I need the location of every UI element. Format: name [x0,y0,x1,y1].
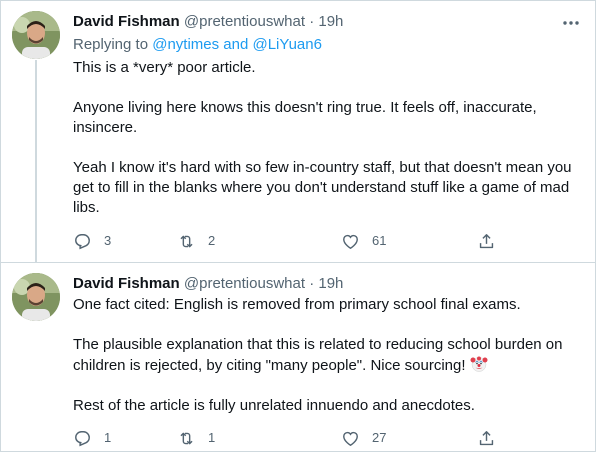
heart-icon [343,234,358,249]
tweet-paragraph: This is a *very* poor article. [73,59,256,76]
replying-to-label: Replying to [73,36,153,53]
tweet[interactable]: David Fishman @pretentiouswhat · 19h One… [1,263,595,451]
timestamp[interactable]: 19h [318,13,343,30]
tweet-paragraph: Rest of the article is fully unrelated i… [73,397,475,414]
retweet-icon [180,235,193,247]
tweet-text: One fact cited: English is removed from … [73,295,583,416]
replying-to: Replying to @nytimes and @LiYuan6 [73,35,322,55]
separator-dot: · [309,13,315,30]
reply-count: 1 [104,430,112,445]
more-options-button[interactable] [561,13,581,33]
thread-connector-line [35,60,37,262]
replying-to-users-link[interactable]: @nytimes and @LiYuan6 [152,36,322,53]
tweet-paragraph: The plausible explanation that this is r… [73,335,583,376]
avatar[interactable] [12,11,60,59]
share-button[interactable] [477,230,496,252]
more-horizontal-icon [563,21,579,25]
reply-button[interactable]: 3 [73,230,111,252]
reply-icon [75,233,90,249]
avatar[interactable] [12,273,60,321]
author-handle[interactable]: @pretentiouswhat [184,13,305,30]
share-icon [479,430,494,445]
share-button[interactable] [477,427,496,449]
like-button[interactable]: 27 [341,427,386,449]
like-count: 27 [372,430,387,445]
reply-count: 3 [104,233,112,248]
like-button[interactable]: 61 [341,230,386,252]
separator-dot: · [309,275,315,292]
tweet-paragraph-text: The plausible explanation that this is r… [73,336,563,374]
share-icon [479,233,494,248]
author-name[interactable]: David Fishman [73,275,180,292]
tweet-paragraph: One fact cited: English is removed from … [73,296,521,313]
reply-button[interactable]: 1 [73,427,111,449]
timestamp[interactable]: 19h [318,275,343,292]
reply-icon [75,430,90,446]
author-handle[interactable]: @pretentiouswhat [184,275,305,292]
author-name[interactable]: David Fishman [73,13,180,30]
tweet[interactable]: David Fishman @pretentiouswhat · 19h Rep… [1,1,595,262]
retweet-icon [180,432,193,444]
tweet-header: David Fishman @pretentiouswhat · 19h [73,273,555,295]
retweet-button[interactable]: 2 [177,230,215,252]
action-bar: 3 2 61 [73,230,503,252]
heart-icon [343,431,358,446]
tweet-paragraph: Yeah I know it's hard with so few in-cou… [73,159,572,216]
tweet-text: This is a *very* poor article. Anyone li… [73,58,583,218]
action-bar: 1 1 27 [73,427,503,449]
retweet-count: 2 [208,233,216,248]
tweet-paragraph: Anyone living here knows this doesn't ri… [73,99,537,136]
tweet-header: David Fishman @pretentiouswhat · 19h [73,11,555,33]
clown-face-icon [470,356,488,372]
retweet-button[interactable]: 1 [177,427,215,449]
tweet-thread: David Fishman @pretentiouswhat · 19h Rep… [0,0,596,452]
retweet-count: 1 [208,430,216,445]
like-count: 61 [372,233,387,248]
